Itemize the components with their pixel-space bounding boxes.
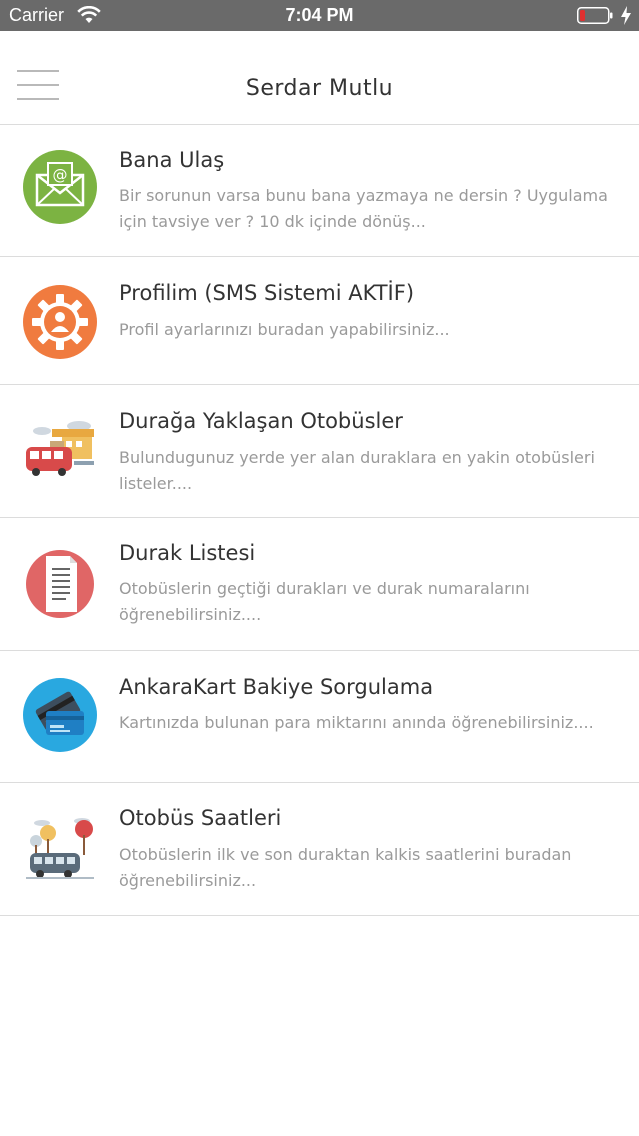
item-title: Profilim (SMS Sistemi AKTİF) xyxy=(119,281,415,305)
item-description: Profil ayarlarınızı buradan yapabilirsin… xyxy=(119,320,450,339)
item-title: AnkaraKart Bakiye Sorgulama xyxy=(119,675,434,699)
item-title: Otobüs Saatleri xyxy=(119,806,282,830)
clock-time: 7:04 PM xyxy=(285,5,354,25)
item-description: Bulundugunuz yerde yer alan duraklara en… xyxy=(119,448,595,493)
list-item-bus-schedules[interactable]: Otobüs Saatleri Otobüslerin ilk ve son d… xyxy=(0,783,639,916)
credit-card-icon xyxy=(23,678,97,752)
item-title: Bana Ulaş xyxy=(119,148,225,172)
bus-city-icon xyxy=(26,421,94,476)
item-title: Durak Listesi xyxy=(119,541,256,565)
navigation-bar: Serdar Mutlu xyxy=(0,31,639,125)
item-title: Durağa Yaklaşan Otobüsler xyxy=(119,409,403,433)
bus-trees-icon xyxy=(26,818,94,879)
envelope-icon: @ xyxy=(23,150,97,224)
status-bar: Carrier 7:04 PM xyxy=(0,0,639,31)
battery-icon xyxy=(577,7,613,24)
list-item-profile[interactable]: Profilim (SMS Sistemi AKTİF) Profil ayar… xyxy=(0,257,639,385)
item-description: Kartınızda bulunan para miktarını anında… xyxy=(119,713,594,732)
svg-text:@: @ xyxy=(53,166,68,184)
list-item-stop-list[interactable]: Durak Listesi Otobüslerin geçtiği durakl… xyxy=(0,518,639,651)
page-title: Serdar Mutlu xyxy=(245,76,394,101)
item-description: Otobüslerin geçtiği durakları ve durak n… xyxy=(119,579,530,624)
item-description: Otobüslerin ilk ve son duraktan kalkis s… xyxy=(119,845,572,890)
list-item-contact[interactable]: @ Bana Ulaş Bir sorunun varsa bunu bana … xyxy=(0,125,639,257)
item-description: Bir sorunun varsa bunu bana yazmaya ne d… xyxy=(119,186,608,231)
list-item-card-balance[interactable]: AnkaraKart Bakiye Sorgulama Kartınızda b… xyxy=(0,651,639,783)
document-list-icon xyxy=(26,550,94,618)
menu-list: @ Bana Ulaş Bir sorunun varsa bunu bana … xyxy=(0,125,639,916)
list-item-approaching-buses[interactable]: Durağa Yaklaşan Otobüsler Bulundugunuz y… xyxy=(0,385,639,518)
profile-gear-icon xyxy=(23,285,97,359)
charging-icon xyxy=(621,6,631,25)
